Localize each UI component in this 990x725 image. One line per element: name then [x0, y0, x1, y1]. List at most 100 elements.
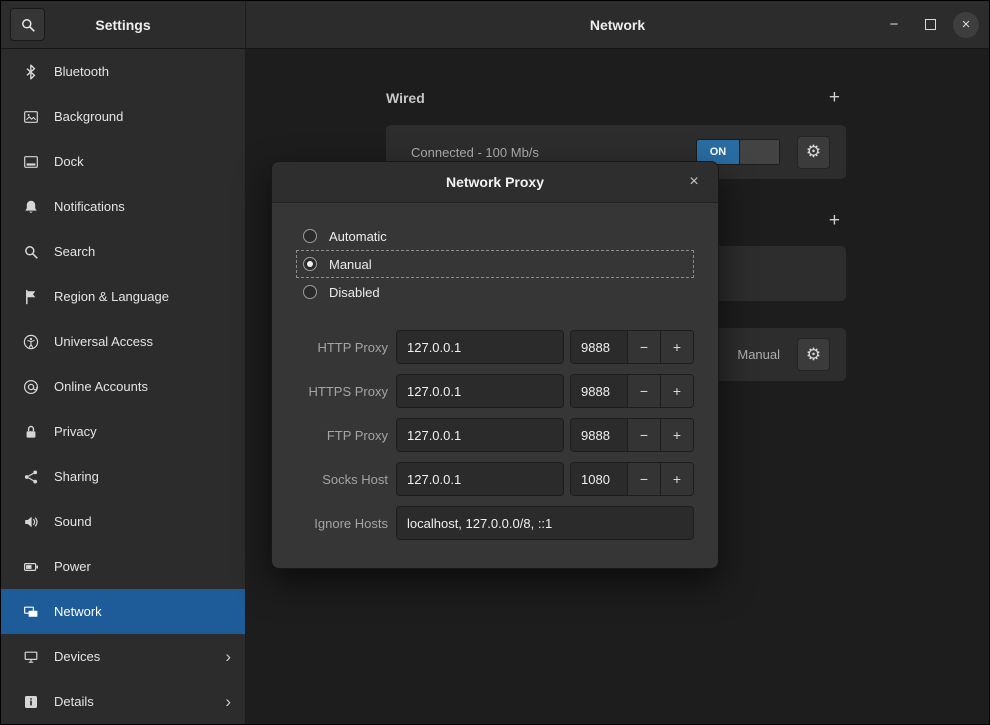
- sidebar-item-background[interactable]: Background: [1, 94, 245, 139]
- sidebar-item-label: Universal Access: [54, 334, 153, 349]
- bluetooth-icon: [23, 64, 39, 80]
- proxy-field-row: FTP Proxy 127.0.0.1 9888− +: [296, 418, 694, 452]
- sidebar-item-label: Online Accounts: [54, 379, 148, 394]
- proxy-mode-automatic[interactable]: Automatic: [296, 222, 694, 250]
- decrement-icon[interactable]: −: [627, 419, 660, 451]
- dialog-titlebar[interactable]: Network Proxy ×: [272, 162, 718, 203]
- sidebar-item-privacy[interactable]: Privacy: [1, 409, 245, 454]
- sidebar-item-label: Network: [54, 604, 102, 619]
- radio-unchecked-icon[interactable]: [303, 285, 317, 299]
- chevron-right-icon: ›: [225, 647, 231, 666]
- http-proxy-port-spinner: 9888− +: [570, 330, 694, 364]
- search-icon: [20, 17, 36, 33]
- switch-on-label: ON: [709, 146, 727, 158]
- titlebar-right: Network − ×: [246, 1, 989, 48]
- wired-settings-button[interactable]: ⚙: [797, 135, 830, 169]
- search-icon: [23, 244, 39, 260]
- connection-status: Connected - 100 Mb/s: [411, 144, 539, 160]
- http-proxy-port-value[interactable]: 9888: [571, 331, 627, 363]
- region-language-icon: [23, 289, 39, 305]
- socks-host-port-value[interactable]: 1080: [571, 463, 627, 495]
- sidebar-item-sharing[interactable]: Sharing: [1, 454, 245, 499]
- proxy-mode-list: Automatic Manual Disabled: [296, 222, 694, 306]
- sidebar-item-online-accounts[interactable]: Online Accounts: [1, 364, 245, 409]
- sidebar-item-sound[interactable]: Sound: [1, 499, 245, 544]
- network-proxy-dialog: Network Proxy × Automatic Manual Disabled …: [271, 161, 719, 569]
- socks-host-host-input[interactable]: 127.0.0.1: [396, 462, 564, 496]
- proxy-mode-manual[interactable]: Manual: [296, 250, 694, 278]
- ftp-proxy-port-spinner: 9888− +: [570, 418, 694, 452]
- add-wired-connection-icon[interactable]: +: [823, 88, 846, 107]
- settings-window: Settings Network − × Bluetooth Background…: [0, 0, 990, 725]
- details-icon: [23, 694, 39, 710]
- proxy-mode-label: Automatic: [329, 228, 387, 244]
- increment-icon[interactable]: +: [660, 375, 693, 407]
- background-icon: [23, 109, 39, 125]
- sidebar-item-notifications[interactable]: Notifications: [1, 184, 245, 229]
- proxy-mode-disabled[interactable]: Disabled: [296, 278, 694, 306]
- add-vpn-icon[interactable]: +: [823, 211, 846, 230]
- sidebar-item-devices[interactable]: Devices ›: [1, 634, 245, 679]
- sidebar-item-label: Region & Language: [54, 289, 169, 304]
- ignore-hosts-label: Ignore Hosts: [314, 515, 388, 531]
- decrement-icon[interactable]: −: [627, 375, 660, 407]
- sidebar-item-label: Sound: [54, 514, 92, 529]
- privacy-icon: [23, 424, 39, 440]
- sidebar-item-label: Details: [54, 694, 94, 709]
- socks-host-port-spinner: 1080− +: [570, 462, 694, 496]
- increment-icon[interactable]: +: [660, 419, 693, 451]
- sidebar-item-label: Bluetooth: [54, 64, 109, 79]
- sidebar-item-label: Notifications: [54, 199, 125, 214]
- dock-icon: [23, 154, 39, 170]
- proxy-mode-label: Manual: [329, 256, 372, 272]
- maximize-icon[interactable]: [917, 12, 943, 38]
- power-icon: [23, 559, 39, 575]
- radio-unchecked-icon[interactable]: [303, 229, 317, 243]
- gear-icon: ⚙: [805, 142, 822, 161]
- sidebar-item-power[interactable]: Power: [1, 544, 245, 589]
- proxy-fields: HTTP Proxy 127.0.0.1 9888− + HTTPS Proxy 127.…: [296, 330, 694, 540]
- sidebar-item-bluetooth[interactable]: Bluetooth: [1, 49, 245, 94]
- notifications-icon: [23, 199, 39, 215]
- universal-access-icon: [23, 334, 39, 350]
- http-proxy-host-input[interactable]: 127.0.0.1: [396, 330, 564, 364]
- close-icon[interactable]: ×: [953, 11, 979, 38]
- switch-handle[interactable]: [739, 140, 779, 164]
- window-controls: − ×: [881, 1, 979, 48]
- ignore-hosts-input[interactable]: localhost, 127.0.0.0/8, ::1: [396, 506, 694, 540]
- increment-icon[interactable]: +: [660, 463, 693, 495]
- proxy-settings-button[interactable]: ⚙: [797, 338, 830, 371]
- sidebar-item-dock[interactable]: Dock: [1, 139, 245, 184]
- sidebar-item-network[interactable]: Network: [1, 589, 245, 634]
- page-title: Network: [589, 16, 646, 33]
- decrement-icon[interactable]: −: [627, 331, 660, 363]
- sidebar-item-region-language[interactable]: Region & Language: [1, 274, 245, 319]
- chevron-right-icon: ›: [225, 692, 231, 711]
- dialog-title: Network Proxy: [445, 174, 545, 190]
- sidebar-item-label: Privacy: [54, 424, 97, 439]
- https-proxy-port-value[interactable]: 9888: [571, 375, 627, 407]
- proxy-field-row: HTTPS Proxy 127.0.0.1 9888− +: [296, 374, 694, 408]
- search-button[interactable]: [10, 8, 45, 41]
- https-proxy-host-input[interactable]: 127.0.0.1: [396, 374, 564, 408]
- ignore-hosts-row: Ignore Hosts localhost, 127.0.0.0/8, ::1: [296, 506, 694, 540]
- sidebar-item-details[interactable]: Details ›: [1, 679, 245, 724]
- sidebar-item-universal-access[interactable]: Universal Access: [1, 319, 245, 364]
- titlebar[interactable]: Settings Network − ×: [1, 1, 989, 49]
- radio-checked-icon[interactable]: [303, 257, 317, 271]
- https-proxy-port-spinner: 9888− +: [570, 374, 694, 408]
- sidebar-item-label: Sharing: [54, 469, 99, 484]
- proxy-field-row: HTTP Proxy 127.0.0.1 9888− +: [296, 330, 694, 364]
- increment-icon[interactable]: +: [660, 331, 693, 363]
- wired-section-title: Wired: [386, 89, 425, 106]
- ftp-proxy-label: FTP Proxy: [326, 427, 388, 443]
- ftp-proxy-port-value[interactable]: 9888: [571, 419, 627, 451]
- gear-icon: ⚙: [805, 344, 822, 364]
- ftp-proxy-host-input[interactable]: 127.0.0.1: [396, 418, 564, 452]
- proxy-field-row: Socks Host 127.0.0.1 1080− +: [296, 462, 694, 496]
- sidebar-item-search[interactable]: Search: [1, 229, 245, 274]
- decrement-icon[interactable]: −: [627, 463, 660, 495]
- dialog-body: Automatic Manual Disabled HTTP Proxy 127.0.…: [272, 202, 718, 568]
- dialog-close-icon[interactable]: ×: [682, 170, 706, 194]
- minimize-icon[interactable]: −: [881, 12, 907, 38]
